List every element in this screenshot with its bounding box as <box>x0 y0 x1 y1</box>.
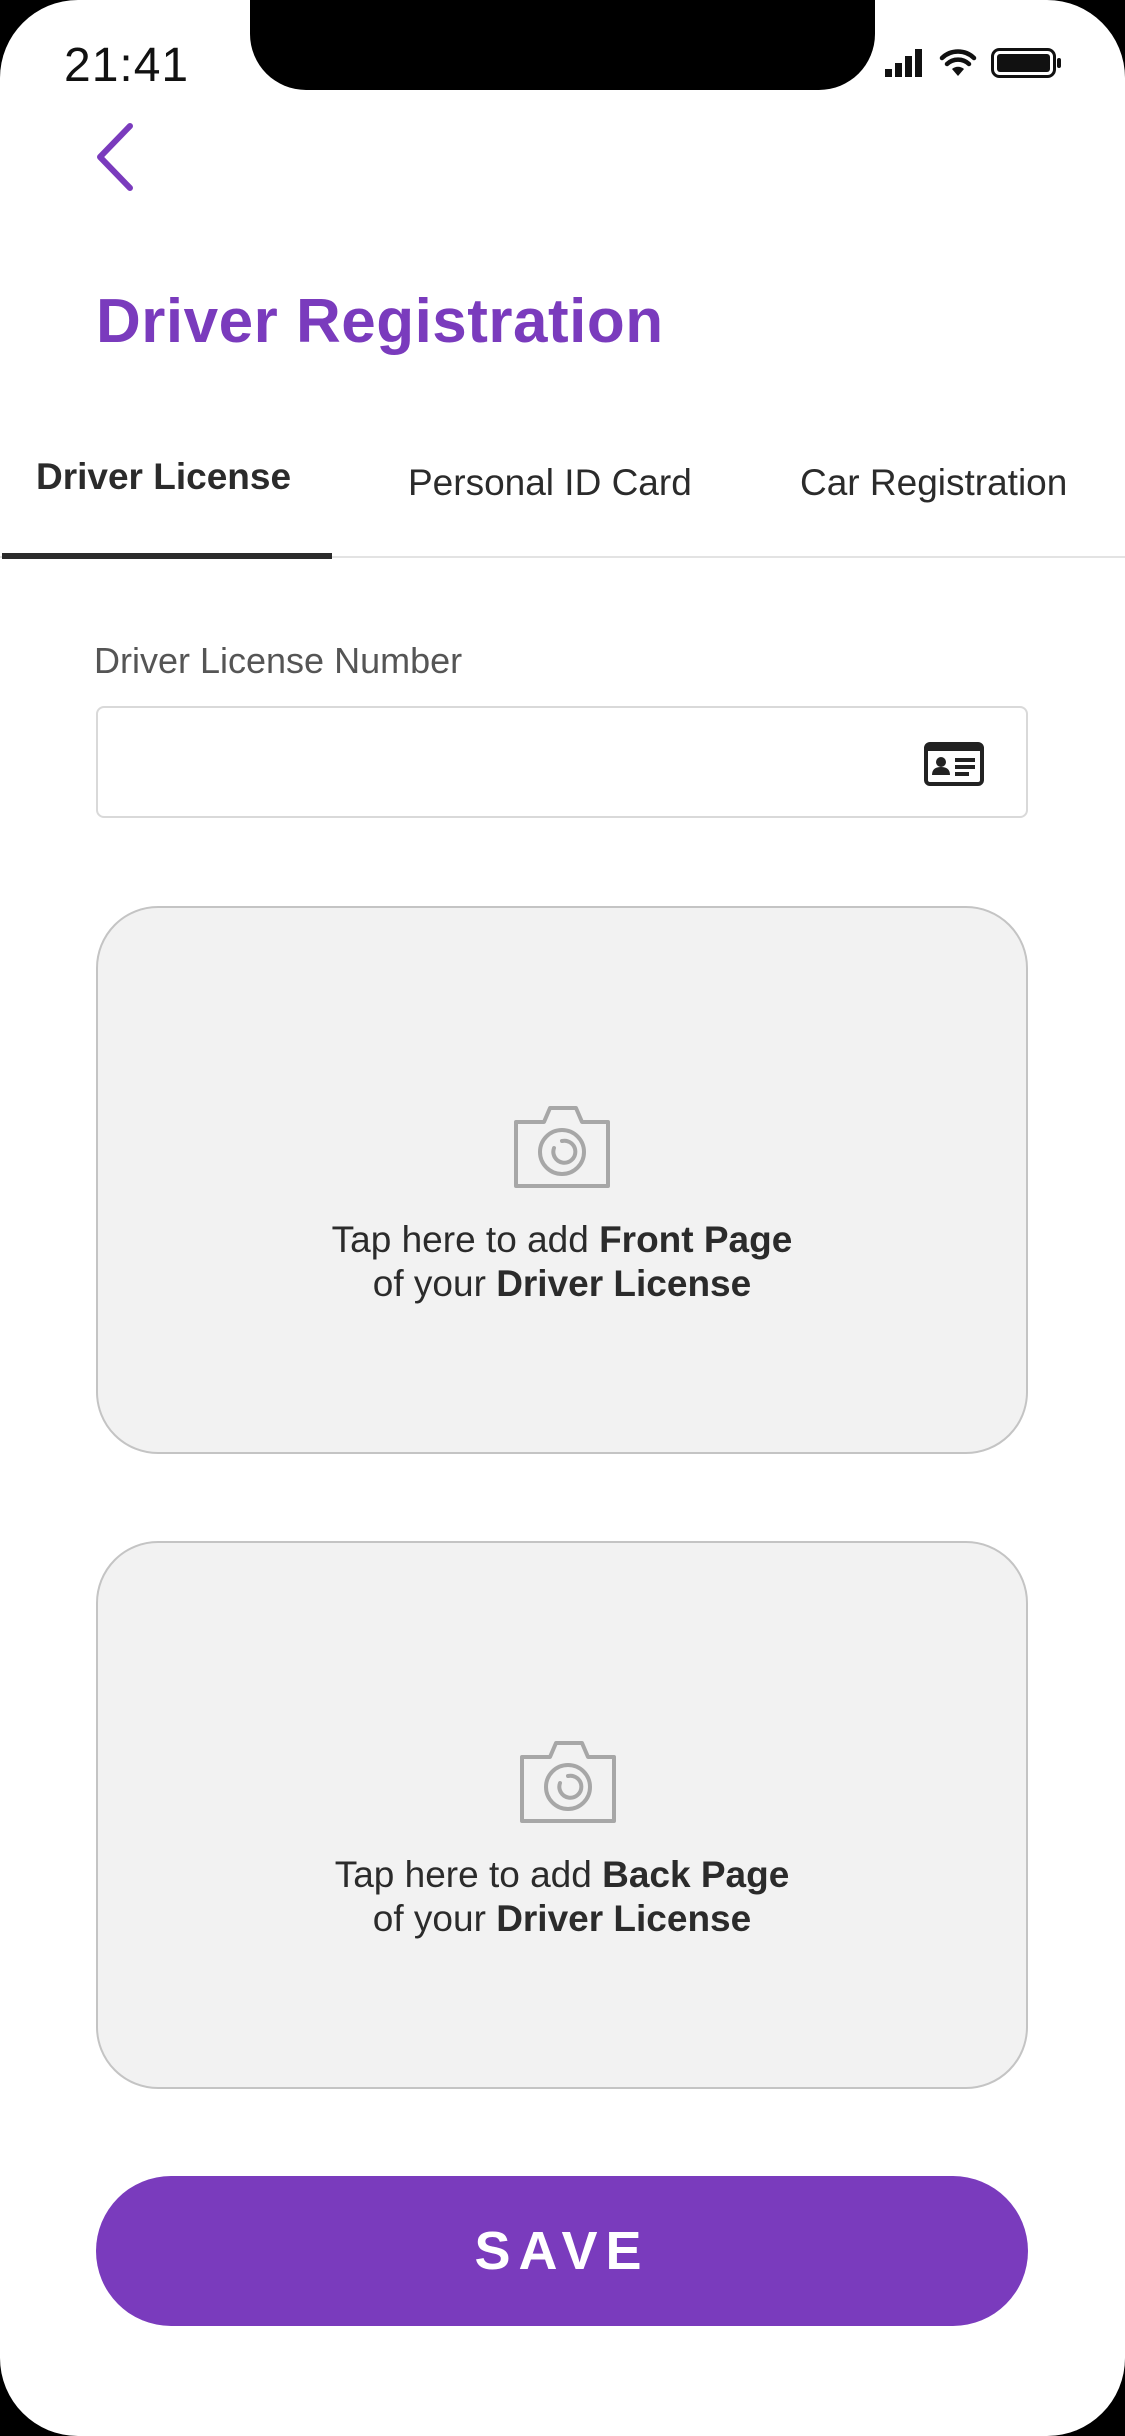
save-button[interactable]: SAVE <box>96 2176 1028 2326</box>
back-upload-line-2: of your Driver License <box>372 1898 752 1939</box>
phone-screen: 21:41 Driver Registration Driver License… <box>0 0 1125 2436</box>
back-page-upload-text: Tap here to add Back Page of your Driver… <box>98 1853 1026 1941</box>
front-page-upload-text: Tap here to add Front Page of your Drive… <box>98 1218 1026 1306</box>
page-title: Driver Registration <box>96 287 664 356</box>
back-button[interactable] <box>86 118 146 196</box>
tab-car-registration[interactable]: Car Registration <box>800 462 1067 504</box>
camera-icon <box>520 1741 616 1823</box>
id-card-icon <box>924 742 984 786</box>
tab-bar: Driver License Personal ID Card Car Regi… <box>0 440 1125 560</box>
back-upload-line-1: Tap here to add Back Page <box>334 1854 790 1895</box>
back-page-upload-card[interactable]: Tap here to add Back Page of your Driver… <box>96 1541 1028 2089</box>
driver-license-number-label: Driver License Number <box>94 640 463 681</box>
tab-driver-license[interactable]: Driver License <box>36 456 291 498</box>
status-icons <box>885 48 1063 78</box>
tab-personal-id-card[interactable]: Personal ID Card <box>408 462 692 504</box>
status-time: 21:41 <box>64 39 190 92</box>
cellular-signal-icon <box>885 49 922 77</box>
active-tab-indicator <box>2 553 332 559</box>
device-notch <box>250 0 875 90</box>
front-upload-line-2: of your Driver License <box>372 1263 752 1304</box>
chevron-left-icon <box>97 123 133 191</box>
front-page-upload-card[interactable]: Tap here to add Front Page of your Drive… <box>96 906 1028 1454</box>
driver-license-number-input[interactable] <box>118 708 942 818</box>
camera-icon <box>514 1106 610 1188</box>
battery-icon <box>991 48 1061 78</box>
wifi-icon <box>939 49 977 76</box>
driver-license-number-field <box>96 706 1028 818</box>
front-upload-line-1: Tap here to add Front Page <box>331 1219 793 1260</box>
